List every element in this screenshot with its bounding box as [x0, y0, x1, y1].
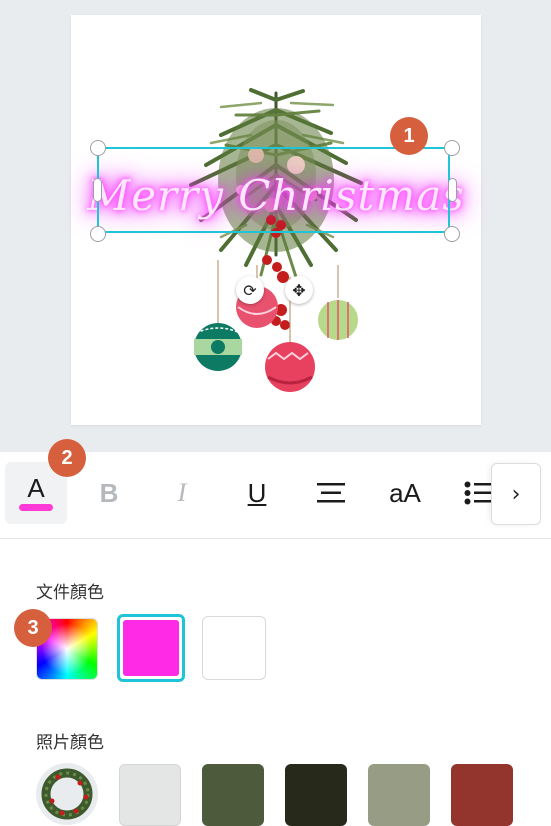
white-color-swatch[interactable]: [202, 616, 266, 680]
move-icon[interactable]: ✥: [285, 276, 313, 304]
resize-handle-left[interactable]: [93, 178, 102, 202]
selection-box[interactable]: [97, 147, 450, 233]
resize-handle-bottom-right[interactable]: [444, 226, 460, 242]
text-color-label: A: [27, 473, 45, 503]
align-button[interactable]: [300, 462, 362, 524]
rotate-icon[interactable]: ⟳: [236, 276, 264, 304]
step-badge-3: 3: [14, 609, 52, 647]
photo-colors-title: 照片顏色: [36, 733, 104, 752]
text-case-label: aA: [389, 477, 421, 508]
document-colors-title: 文件顏色: [36, 583, 104, 602]
ornament-pink-bottom: [265, 342, 315, 392]
resize-handle-top-right[interactable]: [444, 140, 460, 156]
text-case-button[interactable]: aA: [374, 462, 436, 524]
chevron-right-icon: ›: [511, 481, 521, 507]
selected-color-swatch[interactable]: [117, 614, 185, 682]
magenta-color: [123, 620, 179, 676]
resize-handle-bottom-left[interactable]: [90, 226, 106, 242]
underline-label: U: [247, 477, 267, 508]
ornament-green: [318, 300, 358, 340]
resize-handle-right[interactable]: [448, 178, 457, 202]
text-color-bar: [19, 504, 53, 511]
toolbar-more-button[interactable]: ›: [491, 463, 541, 525]
underline-button[interactable]: U: [226, 462, 288, 524]
italic-label: I: [177, 478, 187, 507]
bold-label: B: [99, 477, 119, 508]
bold-button[interactable]: B: [78, 462, 140, 524]
ornament-teal: [194, 323, 242, 371]
step-badge-1: 1: [390, 117, 428, 155]
italic-button[interactable]: I: [151, 462, 213, 524]
step-badge-2: 2: [48, 439, 86, 477]
align-center-icon: [317, 483, 345, 503]
resize-handle-top-left[interactable]: [90, 140, 106, 156]
photo-thumbnail-swatch[interactable]: [36, 763, 98, 825]
bulleted-list-icon: [464, 481, 494, 505]
canvas-area: Merry Christmas ⟳ ✥ 1: [0, 0, 551, 452]
wreath-thumbnail: [36, 763, 98, 825]
